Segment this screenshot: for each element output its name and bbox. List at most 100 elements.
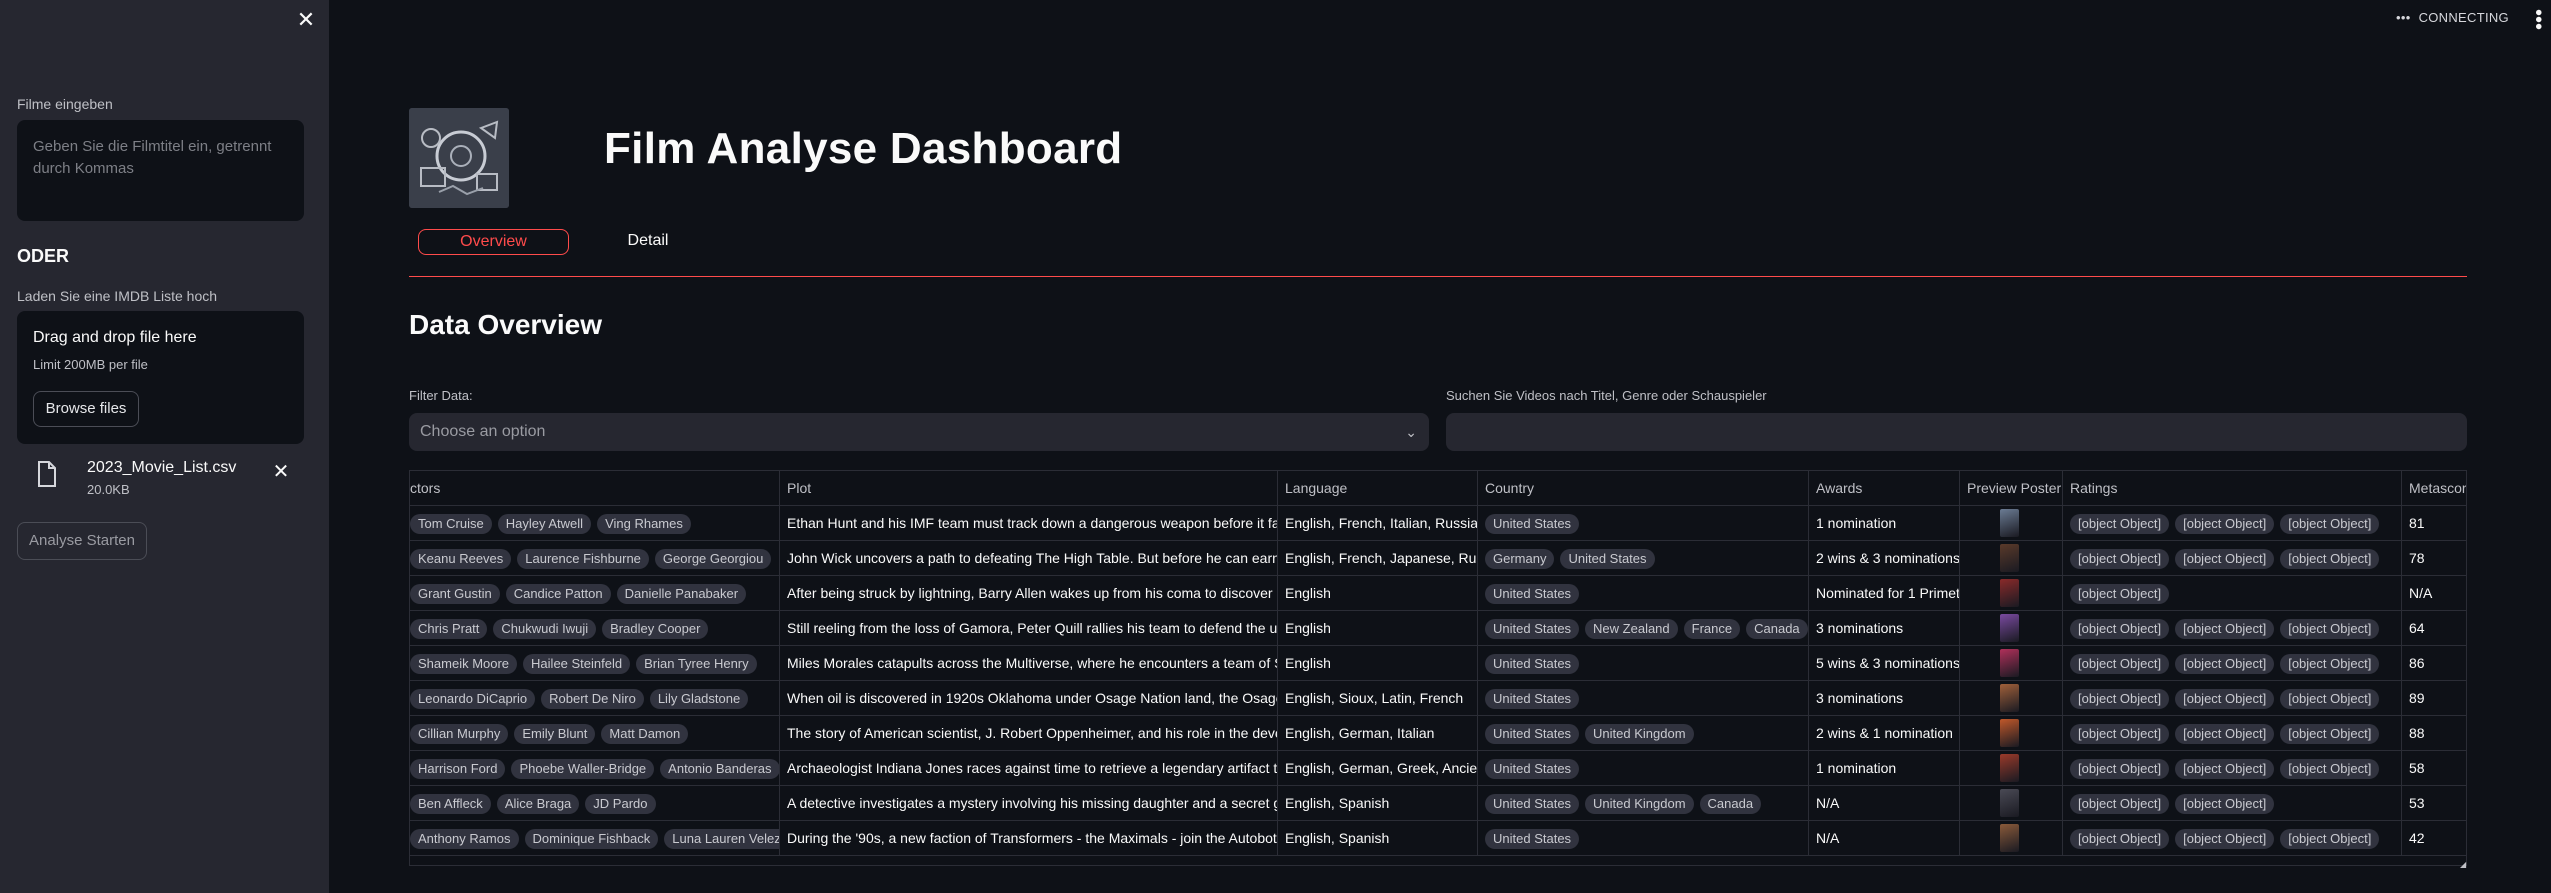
col-header-country[interactable]: Country — [1478, 471, 1809, 506]
cell-poster[interactable] — [1960, 751, 2063, 786]
cell-metascore[interactable]: 86 — [2402, 646, 2466, 681]
cell-metascore[interactable]: 89 — [2402, 681, 2466, 716]
remove-file-icon[interactable]: ✕ — [269, 458, 293, 486]
cell-awards[interactable]: 1 nomination — [1809, 506, 1960, 541]
cell-country[interactable]: United States — [1478, 646, 1809, 681]
col-header-poster[interactable]: Preview Poster — [1960, 471, 2063, 506]
poster-thumbnail[interactable] — [2000, 754, 2019, 782]
poster-thumbnail[interactable] — [2000, 684, 2019, 712]
table-row[interactable]: Leonardo DiCaprio Robert De Niro Lily Glad… — [410, 681, 2466, 716]
cell-actors[interactable]: Ben Affleck Alice Braga JD Pardo — [410, 786, 780, 821]
cell-ratings[interactable]: [object Object] [object Object] [object Ob… — [2063, 716, 2402, 751]
cell-poster[interactable] — [1960, 646, 2063, 681]
table-row[interactable]: Keanu Reeves Laurence Fishburne George Geo… — [410, 541, 2466, 576]
cell-awards[interactable]: 3 nominations — [1809, 611, 1960, 646]
cell-ratings[interactable]: [object Object] [object Object] [object Ob… — [2063, 821, 2402, 856]
cell-plot[interactable]: Archaeologist Indiana Jones races agains… — [780, 751, 1278, 786]
cell-plot[interactable]: After being struck by lightning, Barry A… — [780, 576, 1278, 611]
file-dropzone[interactable]: Drag and drop file here Limit 200MB per … — [17, 311, 304, 444]
cell-awards[interactable]: 5 wins & 3 nominations — [1809, 646, 1960, 681]
cell-language[interactable]: English — [1278, 611, 1478, 646]
cell-poster[interactable] — [1960, 506, 2063, 541]
col-header-ratings[interactable]: Ratings — [2063, 471, 2402, 506]
cell-awards[interactable]: 1 nomination — [1809, 751, 1960, 786]
cell-ratings[interactable]: [object Object] [object Object] [object Ob… — [2063, 541, 2402, 576]
cell-country[interactable]: United States United Kingdom — [1478, 716, 1809, 751]
cell-country[interactable]: United States — [1478, 821, 1809, 856]
filter-select[interactable]: Choose an option ⌄ — [409, 413, 1429, 451]
cell-awards[interactable]: 3 nominations — [1809, 681, 1960, 716]
cell-metascore[interactable]: 42 — [2402, 821, 2466, 856]
cell-metascore[interactable]: 81 — [2402, 506, 2466, 541]
cell-metascore[interactable]: 53 — [2402, 786, 2466, 821]
cell-poster[interactable] — [1960, 681, 2063, 716]
col-header-plot[interactable]: Plot — [780, 471, 1278, 506]
cell-country[interactable]: United States — [1478, 681, 1809, 716]
poster-thumbnail[interactable] — [2000, 614, 2019, 642]
cell-language[interactable]: English, German, Italian — [1278, 716, 1478, 751]
poster-thumbnail[interactable] — [2000, 824, 2019, 852]
cell-plot[interactable]: A detective investigates a mystery invol… — [780, 786, 1278, 821]
cell-metascore[interactable]: 88 — [2402, 716, 2466, 751]
cell-actors[interactable]: Anthony Ramos Dominique Fishback Luna Laur… — [410, 821, 780, 856]
cell-country[interactable]: United States — [1478, 751, 1809, 786]
table-row[interactable]: Harrison Ford Phoebe Waller-Bridge Antonio… — [410, 751, 2466, 786]
table-row[interactable]: Anthony Ramos Dominique Fishback Luna Laur… — [410, 821, 2466, 856]
cell-language[interactable]: English, German, Greek, Ancient G — [1278, 751, 1478, 786]
cell-poster[interactable] — [1960, 541, 2063, 576]
cell-plot[interactable]: When oil is discovered in 1920s Oklahoma… — [780, 681, 1278, 716]
cell-awards[interactable]: 2 wins & 3 nominations — [1809, 541, 1960, 576]
col-header-awards[interactable]: Awards — [1809, 471, 1960, 506]
cell-ratings[interactable]: [object Object] [object Object] [object Ob… — [2063, 646, 2402, 681]
search-input[interactable] — [1446, 413, 2467, 451]
cell-plot[interactable]: John Wick uncovers a path to defeating T… — [780, 541, 1278, 576]
cell-country[interactable]: United States — [1478, 576, 1809, 611]
cell-ratings[interactable]: [object Object] [object Object] [object Ob… — [2063, 681, 2402, 716]
cell-plot[interactable]: The story of American scientist, J. Robe… — [780, 716, 1278, 751]
poster-thumbnail[interactable] — [2000, 579, 2019, 607]
table-row[interactable]: Grant Gustin Candice Patton Danielle Panab… — [410, 576, 2466, 611]
cell-language[interactable]: English — [1278, 576, 1478, 611]
cell-actors[interactable]: Grant Gustin Candice Patton Danielle Panab… — [410, 576, 780, 611]
col-header-metascore[interactable]: Metascore — [2402, 471, 2466, 506]
cell-ratings[interactable]: [object Object] [object Object] [object Ob… — [2063, 506, 2402, 541]
cell-country[interactable]: Germany United States — [1478, 541, 1809, 576]
cell-language[interactable]: English — [1278, 646, 1478, 681]
cell-language[interactable]: English, French, Italian, Russian — [1278, 506, 1478, 541]
cell-metascore[interactable]: 78 — [2402, 541, 2466, 576]
table-row[interactable]: Shameik Moore Hailee Steinfeld Brian Tyree… — [410, 646, 2466, 681]
cell-actors[interactable]: Leonardo DiCaprio Robert De Niro Lily Glad… — [410, 681, 780, 716]
cell-poster[interactable] — [1960, 611, 2063, 646]
cell-awards[interactable]: N/A — [1809, 786, 1960, 821]
cell-language[interactable]: English, Spanish — [1278, 821, 1478, 856]
cell-actors[interactable]: Harrison Ford Phoebe Waller-Bridge Antonio… — [410, 751, 780, 786]
cell-country[interactable]: United States — [1478, 506, 1809, 541]
cell-poster[interactable] — [1960, 821, 2063, 856]
cell-plot[interactable]: Still reeling from the loss of Gamora, P… — [780, 611, 1278, 646]
cell-awards[interactable]: N/A — [1809, 821, 1960, 856]
resize-handle-icon[interactable]: ◢ — [2460, 860, 2467, 869]
cell-poster[interactable] — [1960, 576, 2063, 611]
poster-thumbnail[interactable] — [2000, 719, 2019, 747]
cell-plot[interactable]: Ethan Hunt and his IMF team must track d… — [780, 506, 1278, 541]
cell-actors[interactable]: Tom Cruise Hayley Atwell Ving Rhames — [410, 506, 780, 541]
cell-metascore[interactable]: 58 — [2402, 751, 2466, 786]
cell-metascore[interactable]: N/A — [2402, 576, 2466, 611]
poster-thumbnail[interactable] — [2000, 789, 2019, 817]
cell-plot[interactable]: During the '90s, a new faction of Transf… — [780, 821, 1278, 856]
table-row[interactable]: Ben Affleck Alice Braga JD Pardo A detectiv… — [410, 786, 2466, 821]
poster-thumbnail[interactable] — [2000, 544, 2019, 572]
cell-language[interactable]: English, Sioux, Latin, French — [1278, 681, 1478, 716]
main-menu-icon[interactable]: ••• — [2524, 6, 2549, 34]
tab-detail[interactable]: Detail — [608, 229, 688, 255]
cell-ratings[interactable]: [object Object] [object Object] — [2063, 786, 2402, 821]
tab-overview[interactable]: Overview — [418, 229, 569, 255]
cell-country[interactable]: United States New Zealand France Canada — [1478, 611, 1809, 646]
browse-files-button[interactable]: Browse files — [33, 391, 139, 427]
cell-ratings[interactable]: [object Object] [object Object] [object Ob… — [2063, 751, 2402, 786]
cell-actors[interactable]: Keanu Reeves Laurence Fishburne George Geo… — [410, 541, 780, 576]
cell-awards[interactable]: 2 wins & 1 nomination — [1809, 716, 1960, 751]
close-icon[interactable]: ✕ — [294, 6, 318, 34]
cell-language[interactable]: English, Spanish — [1278, 786, 1478, 821]
col-header-actors[interactable]: ctors — [410, 471, 780, 506]
